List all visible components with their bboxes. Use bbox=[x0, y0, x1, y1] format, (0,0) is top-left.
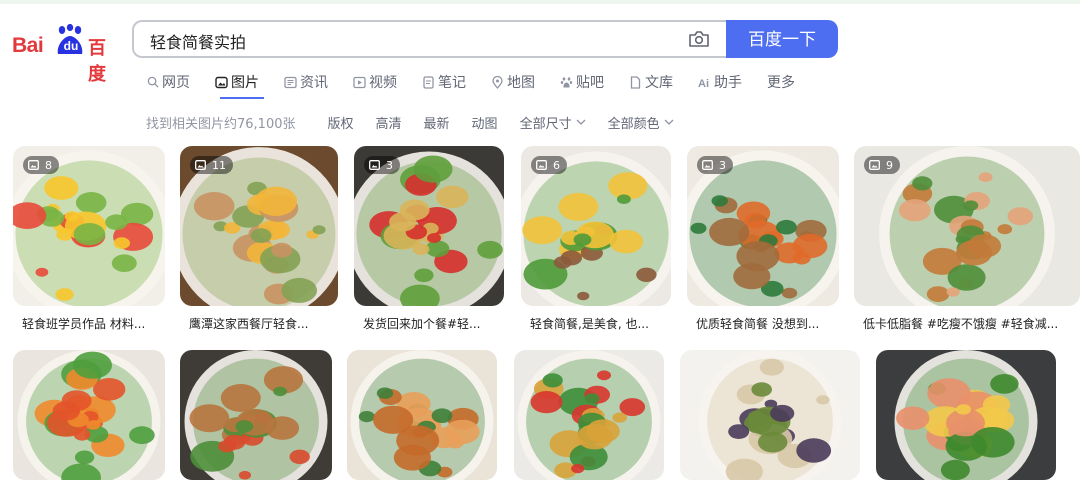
nav-tabs: 网页 图片 资讯 视频 笔记 地图 贴吧 文库 Ai 助手 更多 bbox=[146, 72, 820, 98]
tab-label: 图片 bbox=[231, 72, 259, 92]
image-count: 3 bbox=[719, 159, 726, 172]
image-count-badge: 3 bbox=[697, 156, 733, 174]
baidu-logo[interactable]: Bai du 百度 bbox=[12, 24, 122, 64]
image-result-card[interactable] bbox=[180, 350, 332, 480]
tab-label: 贴吧 bbox=[576, 72, 604, 92]
logo-bai-text: Bai bbox=[12, 34, 43, 58]
image-count-badge: 11 bbox=[190, 156, 233, 174]
camera-icon[interactable] bbox=[688, 30, 710, 48]
ai-icon: Ai bbox=[698, 76, 711, 89]
search-box[interactable] bbox=[132, 20, 726, 58]
doc-icon bbox=[629, 76, 642, 89]
filter-color[interactable]: 全部颜色 bbox=[608, 113, 674, 132]
image-result-card[interactable]: 8 bbox=[13, 146, 165, 306]
svg-text:Ai: Ai bbox=[698, 78, 709, 89]
tab-3[interactable]: 视频 bbox=[353, 72, 397, 92]
image-result-card[interactable] bbox=[680, 350, 860, 480]
filter-latest[interactable]: 最新 bbox=[424, 113, 450, 132]
tab-6[interactable]: 贴吧 bbox=[560, 72, 604, 92]
filter-animated[interactable]: 动图 bbox=[472, 113, 498, 132]
active-tab-underline bbox=[220, 97, 264, 99]
note-icon bbox=[422, 76, 435, 89]
tieba-icon bbox=[560, 76, 573, 89]
image-result-card[interactable]: 3 bbox=[687, 146, 839, 306]
chevron-down-icon bbox=[664, 117, 674, 127]
image-caption[interactable]: 低卡低脂餐 #吃瘦不饿瘦 #轻食减... bbox=[863, 315, 1079, 332]
search-input[interactable] bbox=[148, 30, 672, 51]
image-count-badge: 9 bbox=[864, 156, 900, 174]
tab-7[interactable]: 文库 bbox=[629, 72, 673, 92]
gallery-icon bbox=[28, 160, 39, 170]
gallery-icon bbox=[536, 160, 547, 170]
video-icon bbox=[353, 76, 366, 89]
image-caption[interactable]: 发货回来加个餐#轻... bbox=[363, 315, 503, 332]
logo-baidu-cn: 百度 bbox=[88, 34, 122, 86]
search-button[interactable]: 百度一下 bbox=[726, 20, 838, 58]
image-result-card[interactable] bbox=[13, 350, 165, 480]
tab-5[interactable]: 地图 bbox=[491, 72, 535, 92]
filter-hd[interactable]: 高清 bbox=[376, 113, 402, 132]
tab-label: 视频 bbox=[369, 72, 397, 92]
gallery-icon bbox=[195, 160, 206, 170]
filter-size-label: 全部尺寸 bbox=[520, 113, 572, 132]
search-icon bbox=[146, 76, 159, 89]
image-caption[interactable]: 轻食班学员作品 材料... bbox=[22, 315, 164, 332]
image-result-card[interactable]: 6 bbox=[521, 146, 671, 306]
tab-label: 文库 bbox=[645, 72, 673, 92]
gallery-icon bbox=[869, 160, 880, 170]
tab-label: 网页 bbox=[162, 72, 190, 92]
tab-2[interactable]: 资讯 bbox=[284, 72, 328, 92]
image-result-card[interactable] bbox=[347, 350, 497, 480]
image-icon bbox=[215, 76, 228, 89]
chevron-down-icon bbox=[576, 117, 586, 127]
image-result-card[interactable] bbox=[876, 350, 1056, 480]
image-count-badge: 8 bbox=[23, 156, 59, 174]
logo-du-text: du bbox=[59, 37, 83, 56]
result-count: 找到相关图片约76,100张 bbox=[146, 113, 296, 132]
filter-color-label: 全部颜色 bbox=[608, 113, 660, 132]
image-count: 9 bbox=[886, 159, 893, 172]
image-count-badge: 6 bbox=[531, 156, 567, 174]
tab-label: 资讯 bbox=[300, 72, 328, 92]
image-count: 3 bbox=[386, 159, 393, 172]
gallery-icon bbox=[369, 160, 380, 170]
top-border bbox=[0, 0, 1080, 4]
tab-1[interactable]: 图片 bbox=[215, 72, 259, 92]
image-caption[interactable]: 轻食简餐,是美食, 也... bbox=[530, 315, 670, 332]
image-result-card[interactable]: 3 bbox=[354, 146, 504, 306]
tab-label: 笔记 bbox=[438, 72, 466, 92]
image-result-card[interactable] bbox=[514, 350, 664, 480]
image-caption[interactable]: 优质轻食简餐 没想到... bbox=[696, 315, 838, 332]
tab-label: 助手 bbox=[714, 72, 742, 92]
tab-9[interactable]: 更多 bbox=[767, 72, 795, 92]
image-count: 11 bbox=[212, 159, 226, 172]
image-count: 8 bbox=[45, 159, 52, 172]
filter-copyright[interactable]: 版权 bbox=[328, 113, 354, 132]
image-caption[interactable]: 鹰潭这家西餐厅轻食... bbox=[189, 315, 337, 332]
image-count: 6 bbox=[553, 159, 560, 172]
image-count-badge: 3 bbox=[364, 156, 400, 174]
map-icon bbox=[491, 76, 504, 89]
tab-0[interactable]: 网页 bbox=[146, 72, 190, 92]
tab-label: 更多 bbox=[767, 72, 795, 92]
gallery-icon bbox=[702, 160, 713, 170]
news-icon bbox=[284, 76, 297, 89]
filter-size[interactable]: 全部尺寸 bbox=[520, 113, 586, 132]
image-result-card[interactable]: 9 bbox=[854, 146, 1080, 306]
tab-4[interactable]: 笔记 bbox=[422, 72, 466, 92]
filter-bar: 找到相关图片约76,100张 版权 高清 最新 动图 全部尺寸 全部颜色 bbox=[146, 113, 696, 131]
tab-label: 地图 bbox=[507, 72, 535, 92]
tab-8[interactable]: Ai 助手 bbox=[698, 72, 742, 92]
image-result-card[interactable]: 11 bbox=[180, 146, 338, 306]
